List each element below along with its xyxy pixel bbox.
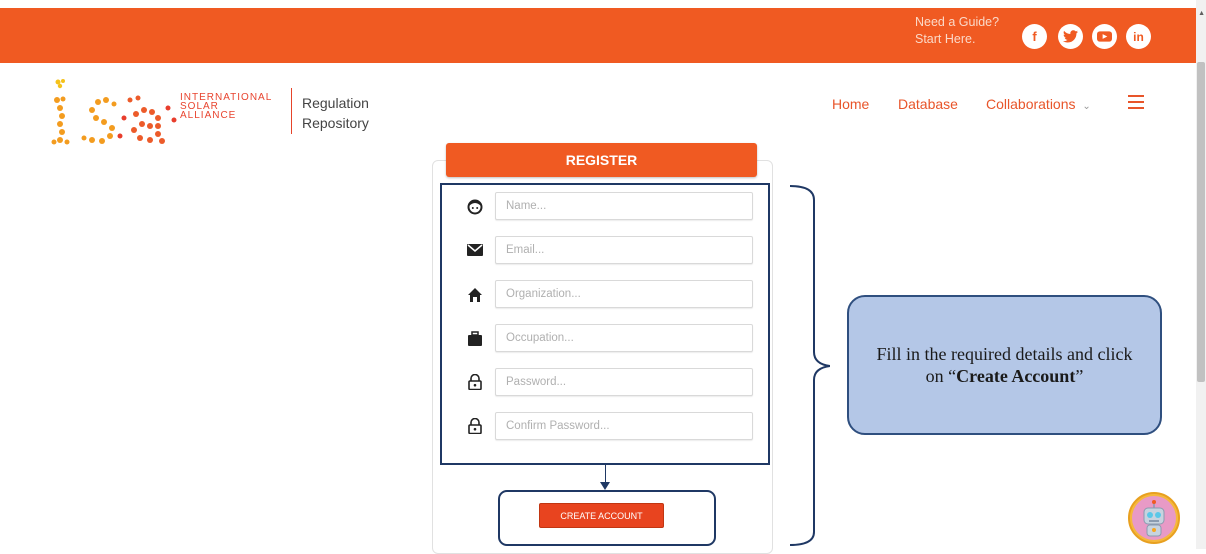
- annotation-arrow-head: [600, 482, 610, 490]
- callout-text-after: ”: [1075, 366, 1084, 386]
- register-header: REGISTER: [446, 143, 757, 177]
- subtitle-line2: Repository: [302, 115, 369, 131]
- name-input[interactable]: [495, 192, 753, 220]
- guide-link[interactable]: Need a Guide? Start Here.: [915, 14, 999, 48]
- nav-database[interactable]: Database: [898, 96, 958, 112]
- organization-input[interactable]: [495, 280, 753, 308]
- lock-icon: [467, 373, 483, 391]
- home-icon: [467, 287, 483, 303]
- nav-collaborations[interactable]: Collaborations ⌄: [986, 96, 1091, 112]
- scrollbar[interactable]: ▲: [1196, 0, 1206, 549]
- password-input[interactable]: [495, 368, 753, 396]
- nav-home[interactable]: Home: [832, 96, 869, 112]
- logo-divider: [291, 88, 292, 134]
- envelope-icon: [467, 243, 483, 259]
- briefcase-icon: [467, 331, 483, 347]
- subtitle-line1: Regulation: [302, 95, 369, 111]
- site-subtitle: Regulation Repository: [302, 93, 369, 133]
- chevron-down-icon: ⌄: [1082, 101, 1091, 112]
- top-accent-strip: [0, 0, 1196, 8]
- youtube-icon[interactable]: [1092, 24, 1117, 49]
- confirm-password-input[interactable]: [495, 412, 753, 440]
- menu-icon[interactable]: [1128, 95, 1144, 109]
- chatbot-icon[interactable]: [1128, 492, 1180, 544]
- isa-logo[interactable]: INTERNATIONAL SOLAR ALLIANCE: [50, 78, 288, 150]
- create-account-button[interactable]: CREATE ACCOUNT: [539, 503, 664, 528]
- face-icon: [467, 199, 483, 215]
- occupation-input[interactable]: [495, 324, 753, 352]
- annotation-brace: [790, 185, 830, 546]
- scroll-thumb[interactable]: [1197, 62, 1205, 382]
- linkedin-icon[interactable]: in: [1126, 24, 1151, 49]
- scroll-up-icon[interactable]: ▲: [1198, 10, 1205, 17]
- callout-text: Fill in the required details and click o…: [867, 343, 1142, 387]
- twitter-icon[interactable]: [1058, 24, 1083, 49]
- top-bar: [0, 8, 1196, 63]
- logo-text-line3: ALLIANCE: [180, 110, 236, 121]
- instruction-callout: Fill in the required details and click o…: [847, 295, 1162, 435]
- guide-line2: Start Here.: [915, 32, 976, 46]
- email-input[interactable]: [495, 236, 753, 264]
- callout-text-bold: Create Account: [956, 366, 1076, 386]
- nav-collaborations-label: Collaborations: [986, 96, 1076, 112]
- facebook-icon[interactable]: f: [1022, 24, 1047, 49]
- guide-line1: Need a Guide?: [915, 15, 1000, 29]
- lock-icon: [467, 417, 483, 435]
